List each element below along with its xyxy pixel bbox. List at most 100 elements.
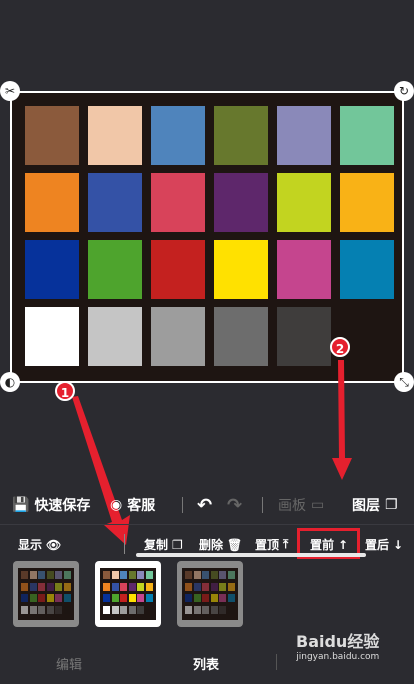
color-swatch <box>277 240 331 299</box>
customer-service-button[interactable]: ◉ 客服 <box>110 495 155 515</box>
mini-swatch <box>227 571 235 579</box>
color-swatch <box>340 106 394 165</box>
mini-swatch <box>193 594 201 602</box>
color-swatch <box>88 307 142 366</box>
mini-swatch <box>46 571 54 579</box>
mini-swatch <box>111 605 119 614</box>
mini-swatch <box>202 594 209 602</box>
mini-swatch <box>219 594 226 602</box>
mini-swatch <box>120 605 127 614</box>
layer-preview <box>100 568 156 620</box>
mini-swatch <box>128 605 136 614</box>
mini-swatch <box>137 605 144 614</box>
headset-icon: ◉ <box>110 497 123 513</box>
mini-swatch <box>193 571 201 579</box>
show-label: 显示 <box>18 538 43 552</box>
scissors-icon[interactable]: ✂ <box>0 81 20 101</box>
actions-divider <box>124 534 125 554</box>
send-backward-button[interactable]: 置后 ↓ <box>365 536 403 553</box>
annotation-marker-1: 1 <box>55 381 75 401</box>
color-swatch <box>88 106 142 165</box>
tab-edit[interactable]: 编辑 <box>56 654 82 673</box>
save-icon: 💾 <box>12 497 30 513</box>
mini-swatch <box>210 594 218 602</box>
color-swatch <box>25 106 79 165</box>
eye-icon: 👁 <box>46 537 62 552</box>
show-button[interactable]: 显示 👁 <box>18 536 61 553</box>
mini-swatch <box>38 571 45 579</box>
mini-swatch <box>111 571 119 579</box>
mini-swatch <box>137 571 144 579</box>
mini-swatch <box>103 571 110 579</box>
mini-swatch <box>227 582 235 591</box>
mini-swatch <box>128 594 136 602</box>
copy-label: 复制 <box>144 538 169 552</box>
mini-swatch <box>219 605 226 614</box>
redo-icon[interactable]: ↷ <box>227 495 242 516</box>
toolbar-separator <box>0 524 414 525</box>
layer-thumbnail-selected[interactable] <box>95 561 161 627</box>
delete-label: 删除 <box>199 538 224 552</box>
layers-icon: ❐ <box>385 497 398 513</box>
quick-save-button[interactable]: 💾 快速保存 <box>12 495 90 515</box>
mini-swatch <box>137 594 144 602</box>
copy-icon: ❐ <box>172 537 183 552</box>
bring-to-top-button[interactable]: 置顶 ⤒ <box>255 536 288 553</box>
layer-thumbnail[interactable] <box>13 561 79 627</box>
color-swatch <box>151 307 205 366</box>
artboard-button[interactable]: 画板 ▭ <box>278 495 324 515</box>
delete-button[interactable]: 删除 🗑 <box>199 536 242 553</box>
watermark: Baidu经验 jingyan.baidu.com <box>296 628 379 662</box>
mini-swatch <box>185 605 192 614</box>
customer-service-label: 客服 <box>127 498 156 514</box>
color-swatch <box>25 240 79 299</box>
mini-swatch <box>111 594 119 602</box>
color-swatch <box>277 106 331 165</box>
mini-swatch <box>128 582 136 591</box>
mini-swatch <box>29 571 37 579</box>
watermark-logo: Baidu经验 <box>296 632 380 651</box>
color-swatch <box>214 240 268 299</box>
mini-swatch <box>21 594 28 602</box>
layer-thumbnail[interactable] <box>177 561 243 627</box>
color-swatch <box>88 173 142 232</box>
color-swatch <box>151 173 205 232</box>
mini-swatch <box>63 582 71 591</box>
mini-swatch <box>210 571 218 579</box>
tabs-divider <box>276 654 277 670</box>
color-swatch <box>277 173 331 232</box>
mini-swatch <box>38 605 45 614</box>
resize-handle-icon[interactable]: ⤡ <box>394 372 414 392</box>
color-swatch <box>340 240 394 299</box>
flip-handle-icon[interactable]: ◐ <box>0 372 20 392</box>
tab-list[interactable]: 列表 <box>193 654 219 673</box>
mini-swatch <box>55 582 62 591</box>
mini-swatch <box>29 605 37 614</box>
copy-button[interactable]: 复制 ❐ <box>144 536 183 553</box>
mini-swatch <box>120 582 127 591</box>
mini-swatch <box>29 582 37 591</box>
mini-swatch <box>128 571 136 579</box>
mini-swatch <box>111 582 119 591</box>
mini-swatch <box>55 594 62 602</box>
color-swatch <box>88 240 142 299</box>
layers-button[interactable]: 图层 ❐ <box>352 495 398 515</box>
undo-icon[interactable]: ↶ <box>197 495 212 516</box>
mini-swatch <box>120 594 127 602</box>
color-swatch <box>277 307 331 366</box>
mini-swatch <box>193 582 201 591</box>
mini-swatch <box>46 605 54 614</box>
mini-swatch <box>185 571 192 579</box>
mini-swatch <box>63 605 71 614</box>
trash-icon: 🗑 <box>227 537 243 552</box>
mini-swatch <box>145 605 153 614</box>
rotate-handle-icon[interactable]: ↻ <box>394 81 414 101</box>
color-swatch <box>214 307 268 366</box>
mini-swatch <box>103 605 110 614</box>
mini-swatch <box>219 571 226 579</box>
horizontal-scrollbar[interactable] <box>136 553 366 557</box>
color-swatch <box>340 307 394 366</box>
mini-swatch <box>202 582 209 591</box>
mini-swatch <box>210 605 218 614</box>
layer-preview <box>182 568 238 620</box>
